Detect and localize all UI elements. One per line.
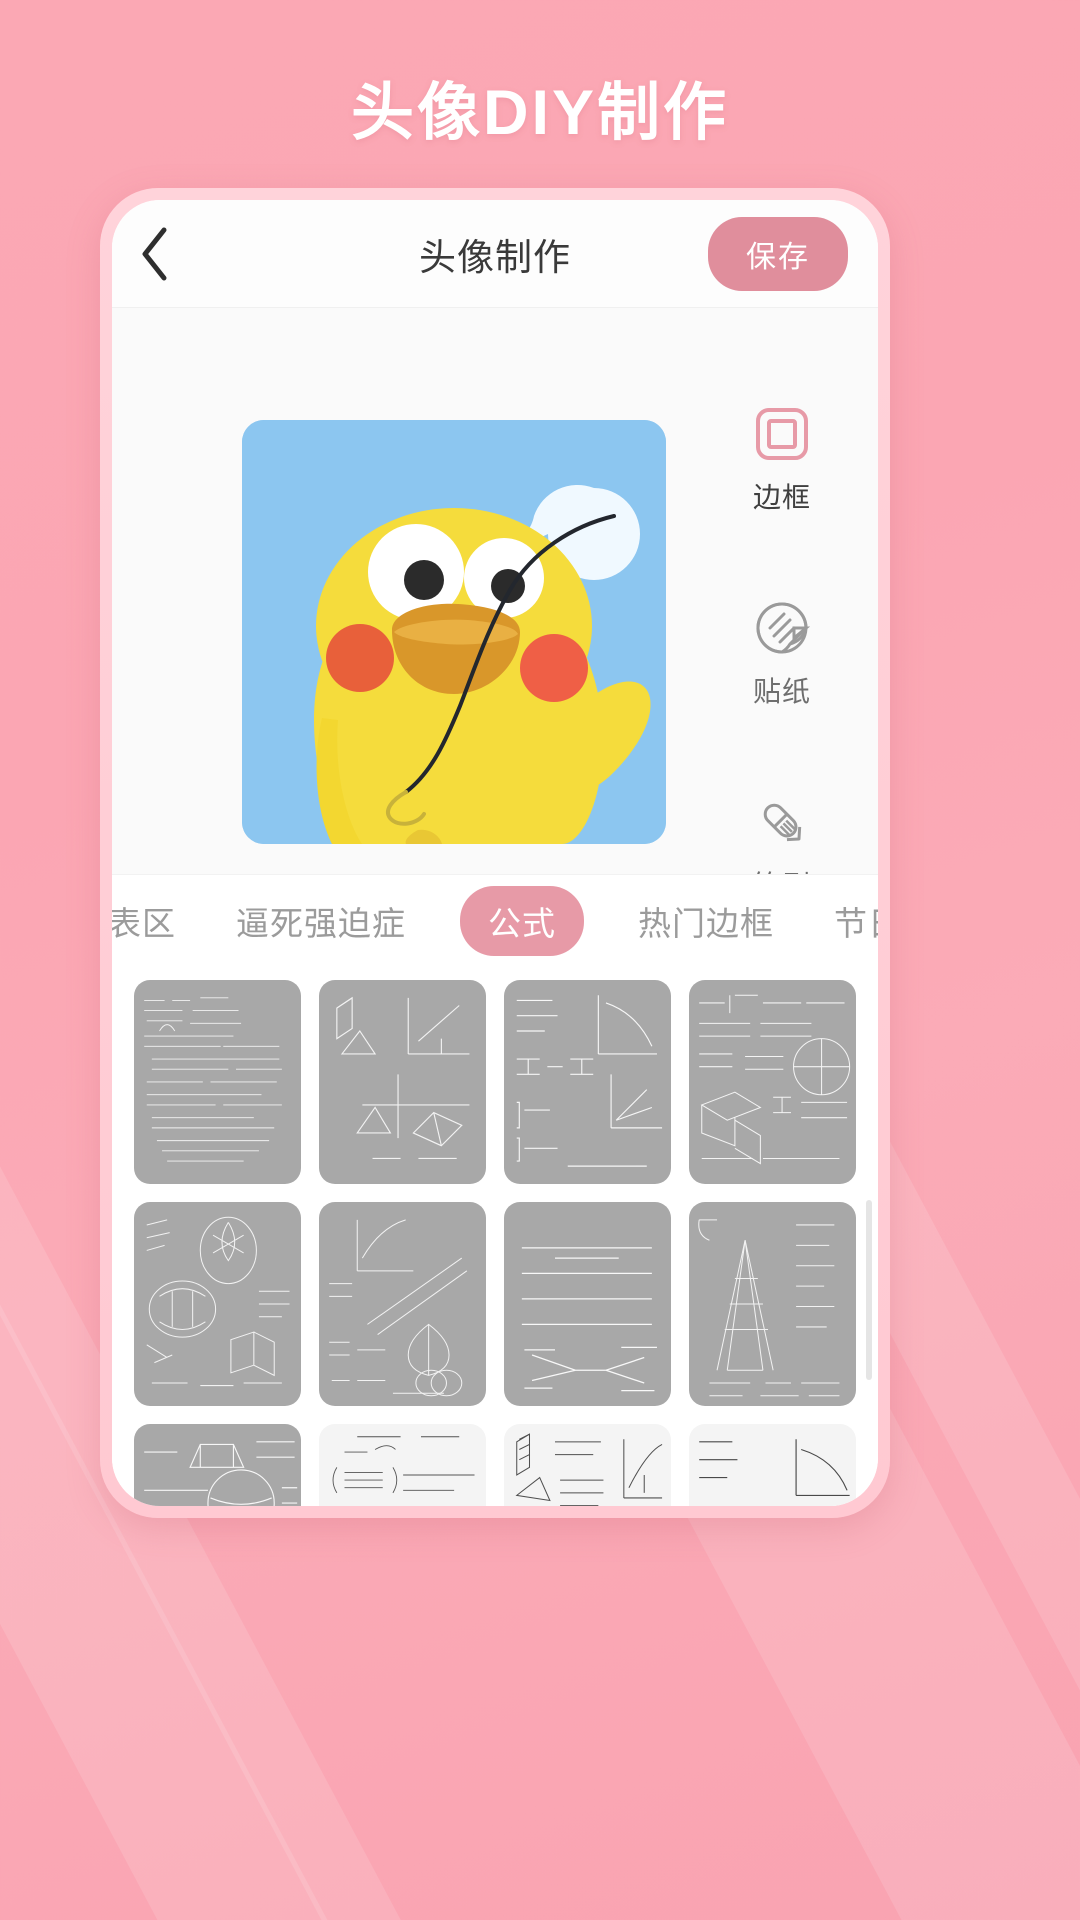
tab-4[interactable]: 节日 xyxy=(804,897,878,945)
category-tabbar[interactable]: 表区 逼死强迫症 公式 热门边框 节日 xyxy=(112,874,878,966)
formula-art xyxy=(144,997,282,1162)
grid-scrollbar[interactable] xyxy=(866,1200,872,1380)
template-thumb-3[interactable] xyxy=(504,980,671,1184)
formula-art xyxy=(515,1433,663,1506)
template-thumb-9[interactable] xyxy=(134,1423,301,1506)
template-thumb-10[interactable] xyxy=(319,1423,486,1506)
formula-art xyxy=(144,1441,298,1506)
formula-art xyxy=(699,1439,850,1496)
tab-3[interactable]: 热门边框 xyxy=(608,897,804,945)
formula-art xyxy=(332,1436,475,1494)
tool-sticker-label: 贴纸 xyxy=(752,676,811,707)
template-grid xyxy=(134,980,856,1506)
tool-sticker[interactable]: 贴纸 xyxy=(753,600,811,710)
template-thumb-2[interactable] xyxy=(319,980,486,1184)
template-thumb-7[interactable] xyxy=(504,1201,671,1406)
formula-art xyxy=(516,995,663,1167)
editor-area: 边框 贴纸 xyxy=(112,308,878,901)
app-header: 头像制作 保存 xyxy=(112,200,878,308)
tab-0[interactable]: 表区 xyxy=(112,897,206,945)
template-thumb-4[interactable] xyxy=(689,980,856,1184)
formula-art xyxy=(698,1219,840,1397)
tab-2[interactable]: 公式 xyxy=(460,885,584,956)
formula-art xyxy=(146,1216,290,1387)
template-thumb-6[interactable] xyxy=(319,1201,486,1406)
phone-screen: 头像制作 保存 边框 贴纸 表区 逼死强迫症 公式 热门边框 节 xyxy=(112,200,878,1506)
duck-illustration xyxy=(242,420,666,844)
tool-panel: 边框 贴纸 xyxy=(712,406,852,904)
page-title: 头像DIY制作 xyxy=(350,78,730,148)
pencil-icon xyxy=(754,794,810,850)
template-thumb-12[interactable] xyxy=(689,1423,856,1506)
tool-border-label: 边框 xyxy=(752,482,811,513)
phone-frame: 头像制作 保存 边框 贴纸 表区 逼死强迫症 公式 热门边框 节 xyxy=(100,188,890,1518)
template-grid-scroll[interactable] xyxy=(112,966,878,1506)
formula-art xyxy=(521,1247,657,1392)
tool-border[interactable]: 边框 xyxy=(753,406,811,516)
formula-art xyxy=(336,996,470,1160)
save-button[interactable]: 保存 xyxy=(708,216,848,291)
template-thumb-5[interactable] xyxy=(134,1201,301,1406)
sticker-icon xyxy=(754,600,810,656)
formula-art xyxy=(329,1219,468,1397)
frame-icon xyxy=(754,406,810,462)
formula-art xyxy=(699,994,851,1165)
template-thumb-1[interactable] xyxy=(134,980,301,1184)
template-thumb-8[interactable] xyxy=(689,1201,856,1406)
tab-1[interactable]: 逼死强迫症 xyxy=(206,897,436,945)
avatar-canvas[interactable] xyxy=(242,420,666,844)
template-thumb-11[interactable] xyxy=(504,1423,671,1506)
